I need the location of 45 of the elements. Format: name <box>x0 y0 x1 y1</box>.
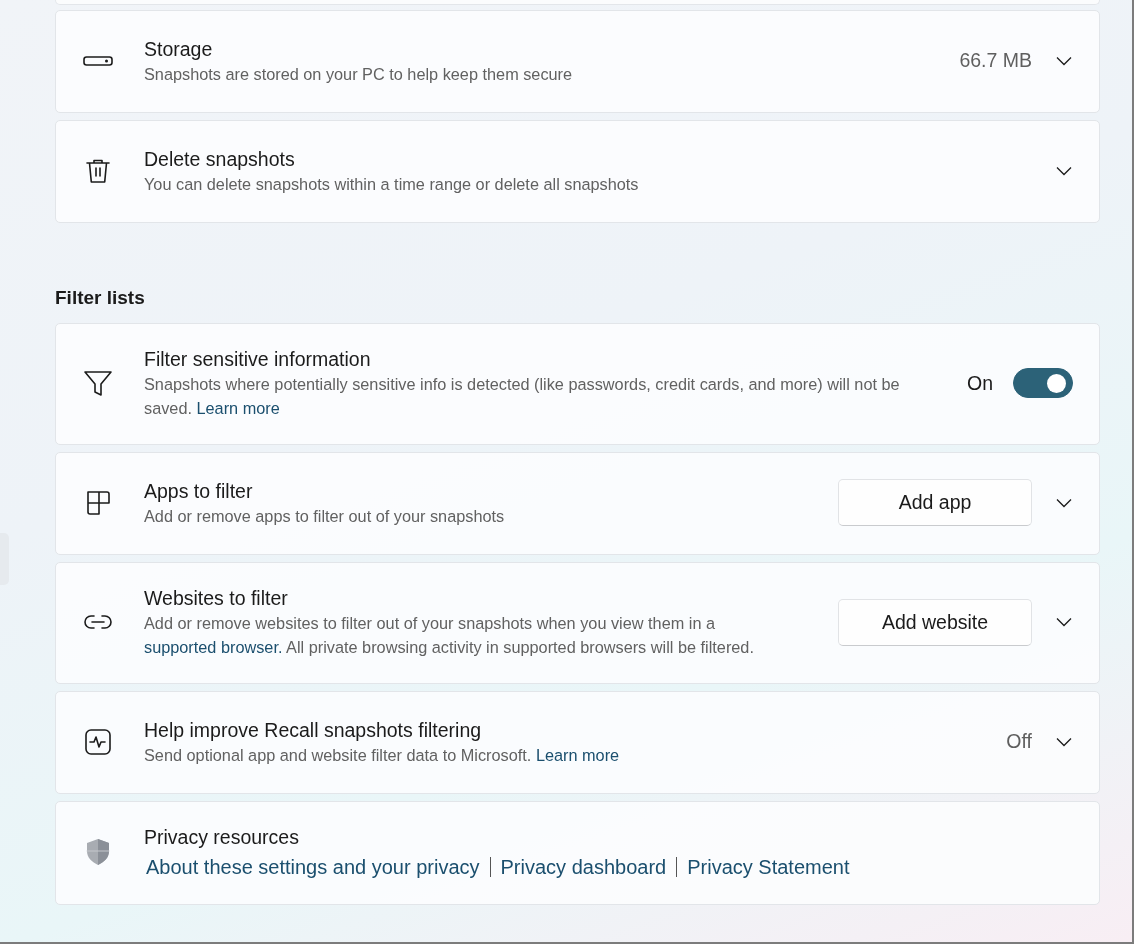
chevron-down-icon[interactable] <box>1056 497 1072 508</box>
settings-card[interactable]: Privacy resources About these settings and your privacy Privacy dashboard Privacy Statement <box>55 801 1100 905</box>
status-value: 66.7 MB <box>959 49 1032 72</box>
card-description: Send optional app and website filter data to Microsoft. Learn more <box>144 744 621 766</box>
section-heading: Filter lists <box>55 287 146 309</box>
chevron-down-icon[interactable] <box>1056 736 1072 747</box>
drive-icon <box>83 55 113 66</box>
card-title: Help improve Recall snapshots filtering <box>144 717 483 743</box>
card-description: Add or remove apps to filter out of your snapshots <box>144 505 506 527</box>
settings-card[interactable]: Help improve Recall snapshots filtering Send optional app and website filter data to Microsoft. Learn more Off <box>55 691 1100 794</box>
status-value: Off <box>1006 730 1032 753</box>
chevron-down-icon[interactable] <box>1056 617 1072 627</box>
privacy-link[interactable]: Privacy Statement <box>676 857 850 877</box>
chevron-down-icon[interactable] <box>1056 165 1072 176</box>
shield-icon <box>86 838 110 866</box>
card-title: Delete snapshots <box>144 146 296 172</box>
apps-icon <box>86 490 110 515</box>
inline-link[interactable]: Learn more <box>535 745 620 764</box>
filter-icon <box>84 370 112 396</box>
settings-card[interactable]: Filter sensitive information Snapshots where potentially sensitive info is detected (like passwords, credit cards, and more) will not be saved. Learn more On <box>55 323 1100 445</box>
privacy-link[interactable]: Privacy dashboard <box>489 857 667 877</box>
toggle-label: On <box>967 371 993 395</box>
trash-icon <box>86 158 110 183</box>
toggle-switch[interactable] <box>1013 368 1073 398</box>
card-description: You can delete snapshots within a time range or delete all snapshots <box>144 173 640 195</box>
card-description: Snapshots are stored on your PC to help keep them secure <box>144 63 574 85</box>
settings-card[interactable]: Storage Snapshots are stored on your PC to help keep them secure 66.7 MB <box>55 10 1100 113</box>
card-title: Filter sensitive information <box>144 347 372 372</box>
card-title: Websites to filter <box>144 586 289 611</box>
privacy-link[interactable]: About these settings and your privacy <box>146 854 480 880</box>
settings-card[interactable]: Websites to filter Add or remove websites to filter out of your snapshots when you view them in a supported browser. All private browsing activity in supported browsers will be filtered. Add website <box>55 562 1100 684</box>
chevron-down-icon[interactable] <box>1056 55 1072 66</box>
settings-card[interactable]: Delete snapshots You can delete snapshots within a time range or delete all snapshots <box>55 120 1100 223</box>
settings-card[interactable]: Apps to filter Add or remove apps to filter out of your snapshots Add app <box>55 452 1100 555</box>
card-title: Apps to filter <box>144 478 254 504</box>
pulse-icon <box>85 728 111 755</box>
add-button[interactable]: Add app <box>838 479 1032 526</box>
card-title: Storage <box>144 36 214 62</box>
card-title: Privacy resources <box>144 825 300 850</box>
card-description: Add or remove websites to filter out of your snapshots when you view them in a supported browser. All private browsing activity in supported browsers will be filtered. <box>144 613 755 658</box>
inline-link[interactable]: Learn more <box>196 399 280 417</box>
add-button[interactable]: Add website <box>838 598 1032 646</box>
inline-link[interactable]: supported browser. <box>144 638 283 656</box>
link-icon <box>84 615 112 629</box>
card-description: Snapshots where potentially sensitive info is detected (like passwords, credit cards, and more) will not be saved. Learn more <box>144 374 901 419</box>
